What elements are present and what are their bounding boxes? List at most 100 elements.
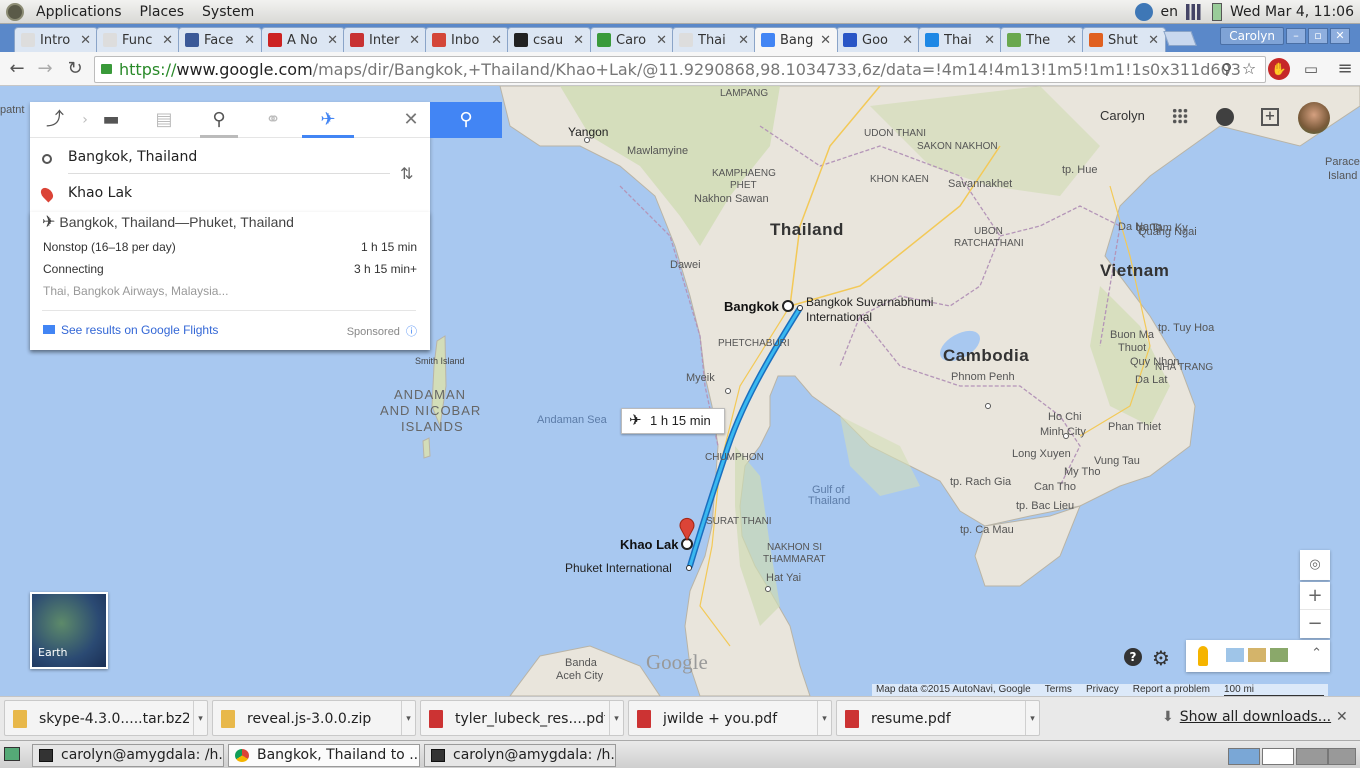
reload-icon[interactable]: ↻ — [64, 58, 86, 80]
forward-icon[interactable]: → — [34, 58, 56, 80]
bicycling-icon[interactable]: ⚭ — [254, 102, 292, 138]
account-name[interactable]: Carolyn — [1100, 108, 1145, 123]
download-menu-chevron-icon[interactable]: ▾ — [817, 701, 831, 735]
system-menu[interactable]: System — [193, 0, 263, 24]
places-menu[interactable]: Places — [131, 0, 194, 24]
close-directions-icon[interactable]: ✕ — [392, 102, 430, 138]
workspace-4[interactable] — [1328, 748, 1356, 765]
download-item[interactable]: skype-4.3.0.....tar.bz2 ▾ — [4, 700, 208, 736]
route-title[interactable]: ✈ Bangkok, Thailand—Phuket, Thailand — [42, 212, 294, 232]
download-item[interactable]: jwilde + you.pdf ▾ — [628, 700, 832, 736]
tab-close-icon[interactable]: ✕ — [327, 33, 338, 48]
browser-tab[interactable]: Thai ✕ — [918, 27, 1002, 52]
share-plus-icon[interactable]: + — [1261, 108, 1279, 126]
browser-tab[interactable]: Inter ✕ — [343, 27, 427, 52]
layer-thumb-2[interactable] — [1248, 648, 1266, 662]
browser-tab[interactable]: Shut ✕ — [1082, 27, 1166, 52]
download-menu-chevron-icon[interactable]: ▾ — [193, 701, 207, 735]
browser-tab[interactable]: Goo ✕ — [836, 27, 920, 52]
keyboard-layout[interactable]: en — [1161, 4, 1179, 20]
show-all-downloads[interactable]: ⬇ Show all downloads... — [1162, 709, 1331, 725]
tab-close-icon[interactable]: ✕ — [984, 33, 995, 48]
flights-icon[interactable]: ✈ — [302, 102, 354, 138]
browser-tab[interactable]: Func ✕ — [96, 27, 180, 52]
browser-tab[interactable]: Thai ✕ — [672, 27, 756, 52]
taskbar-window-button[interactable]: Bangkok, Thailand to ... — [228, 744, 420, 767]
chrome-menu-icon[interactable]: ≡ — [1334, 58, 1356, 80]
transit-icon[interactable]: ▤ — [145, 102, 183, 138]
settings-gear-icon[interactable]: ⚙ — [1152, 646, 1170, 670]
layer-thumb-3[interactable] — [1270, 648, 1288, 662]
profile-button[interactable]: Carolyn — [1220, 27, 1284, 45]
tab-close-icon[interactable]: ✕ — [1148, 33, 1159, 48]
show-desktop-icon[interactable] — [4, 747, 20, 761]
tab-close-icon[interactable]: ✕ — [244, 33, 255, 48]
zoom-in-button[interactable]: + — [1300, 582, 1330, 610]
pegman-icon[interactable] — [1198, 646, 1208, 666]
destination-field[interactable]: Khao Lak — [30, 176, 430, 212]
tab-close-icon[interactable]: ✕ — [491, 33, 502, 48]
browser-tab[interactable]: Face ✕ — [178, 27, 262, 52]
download-item[interactable]: reveal.js-3.0.0.zip ▾ — [212, 700, 416, 736]
browser-tab[interactable]: Inbo ✕ — [425, 27, 509, 52]
close-shelf-icon[interactable]: ✕ — [1336, 709, 1348, 725]
browser-tab[interactable]: Bang ✕ — [754, 27, 838, 52]
bookmark-star-icon[interactable]: ☆ — [1238, 58, 1260, 80]
applications-menu[interactable]: Applications — [27, 0, 131, 24]
earth-view-button[interactable]: Earth — [30, 592, 108, 669]
tab-close-icon[interactable]: ✕ — [738, 33, 749, 48]
swap-waypoints-icon[interactable]: ⇅ — [400, 164, 413, 183]
address-bar[interactable]: https://www.google.com/maps/dir/Bangkok,… — [94, 56, 1266, 83]
report-problem-link[interactable]: Report a problem — [1133, 684, 1210, 696]
my-location-button[interactable]: ◎ — [1300, 550, 1330, 580]
privacy-link[interactable]: Privacy — [1086, 684, 1119, 696]
download-menu-chevron-icon[interactable]: ▾ — [609, 701, 623, 735]
search-button[interactable]: ⚲ — [430, 102, 502, 138]
terms-link[interactable]: Terms — [1045, 684, 1072, 696]
browser-tab[interactable]: A No ✕ — [261, 27, 345, 52]
layers-strip[interactable]: ⌃ — [1186, 640, 1330, 672]
search-icon[interactable]: ⚲ — [1216, 58, 1238, 80]
flight-duration-badge[interactable]: ✈ 1 h 15 min — [621, 408, 725, 434]
download-menu-chevron-icon[interactable]: ▾ — [401, 701, 415, 735]
tab-close-icon[interactable]: ✕ — [573, 33, 584, 48]
tab-close-icon[interactable]: ✕ — [409, 33, 420, 48]
driving-icon[interactable]: ▬ — [92, 102, 130, 138]
tab-close-icon[interactable]: ✕ — [162, 33, 173, 48]
tab-close-icon[interactable]: ✕ — [656, 33, 667, 48]
workspace-1[interactable] — [1228, 748, 1260, 765]
clock[interactable]: Wed Mar 4, 11:06 — [1230, 4, 1354, 20]
zoom-out-button[interactable]: − — [1300, 610, 1330, 638]
browser-tab[interactable]: Intro ✕ — [14, 27, 98, 52]
back-icon[interactable]: ← — [6, 58, 28, 80]
browser-tab[interactable]: Caro ✕ — [590, 27, 674, 52]
signal-icon[interactable] — [1186, 4, 1204, 20]
tab-close-icon[interactable]: ✕ — [1066, 33, 1077, 48]
workspace-3[interactable] — [1296, 748, 1328, 765]
network-icon[interactable] — [1134, 3, 1153, 21]
avatar[interactable] — [1298, 102, 1330, 134]
adblock-icon[interactable]: ✋ — [1268, 58, 1290, 80]
download-item[interactable]: tyler_lubeck_res....pdf ▾ — [420, 700, 624, 736]
tab-close-icon[interactable]: ✕ — [820, 33, 831, 48]
apps-grid-icon[interactable] — [1172, 108, 1188, 124]
notifications-icon[interactable] — [1216, 108, 1234, 126]
gnome-foot-icon[interactable] — [6, 2, 24, 21]
walking-icon[interactable]: ⚲ — [200, 102, 238, 138]
tab-close-icon[interactable]: ✕ — [80, 33, 91, 48]
maximize-button[interactable]: ▫ — [1308, 28, 1328, 44]
battery-icon[interactable] — [1212, 3, 1222, 21]
minimize-button[interactable]: – — [1286, 28, 1306, 44]
cast-icon[interactable]: ▭ — [1300, 58, 1322, 80]
download-menu-chevron-icon[interactable]: ▾ — [1025, 701, 1039, 735]
browser-tab[interactable]: csau ✕ — [507, 27, 591, 52]
taskbar-window-button[interactable]: carolyn@amygdala: /h... — [32, 744, 224, 767]
browser-tab[interactable]: The ✕ — [1000, 27, 1084, 52]
info-icon[interactable]: ⓘ — [406, 326, 417, 338]
help-icon[interactable]: ? — [1124, 648, 1142, 666]
workspace-2[interactable] — [1262, 748, 1294, 765]
tab-close-icon[interactable]: ✕ — [902, 33, 913, 48]
close-window-button[interactable]: ✕ — [1330, 28, 1350, 44]
taskbar-window-button[interactable]: carolyn@amygdala: /h... — [424, 744, 616, 767]
origin-field[interactable]: Bangkok, Thailand — [30, 140, 430, 176]
